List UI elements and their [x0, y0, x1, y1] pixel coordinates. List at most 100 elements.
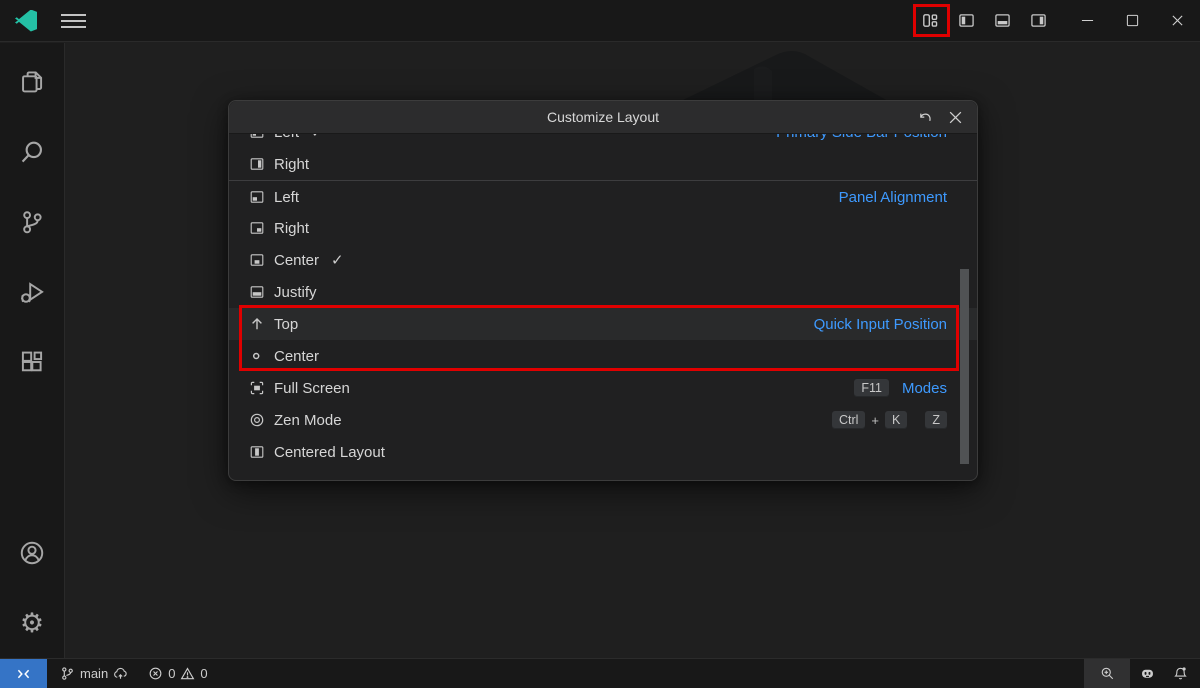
explorer-files-icon: [19, 69, 45, 95]
panel-right-icon: [249, 220, 265, 236]
extensions-icon: [19, 349, 45, 375]
dialog-list: Left ✓ Primary Side Bar Position Right Left P…: [229, 134, 977, 481]
layout-option-zen-mode[interactable]: Zen Mode Ctrl + KZ: [229, 404, 977, 436]
arrow-up-icon: [249, 316, 265, 332]
accounts-button[interactable]: [19, 540, 45, 566]
check-icon: ✓: [331, 251, 344, 269]
key-badge: F11: [854, 379, 889, 397]
customize-layout-button[interactable]: [912, 3, 948, 39]
remote-indicator[interactable]: [0, 659, 47, 688]
branch-name: main: [80, 666, 108, 681]
panel-left-icon: [249, 189, 265, 205]
zoom-indicator[interactable]: [1084, 659, 1130, 688]
minimize-button[interactable]: [1065, 0, 1110, 42]
reset-icon: [918, 110, 933, 125]
vscode-watermark-icon: [626, 45, 956, 101]
settings-button[interactable]: ⚙: [19, 610, 45, 636]
accounts-icon: [19, 540, 45, 566]
option-label: Centered Layout: [274, 444, 385, 461]
bell-dot-icon: [1173, 666, 1188, 681]
dialog-close-button[interactable]: [943, 106, 967, 130]
source-control-icon: [19, 209, 45, 235]
key-badge: K: [885, 411, 907, 429]
centered-layout-icon: [249, 444, 265, 460]
target-icon: [249, 412, 265, 428]
dialog-scrollbar[interactable]: [960, 269, 969, 464]
customize-layout-dialog: Customize Layout Left ✓ Primary Side Bar P…: [228, 100, 978, 481]
search-icon: [19, 139, 45, 165]
layout-option-full-screen[interactable]: Full ScreenF11Modes: [229, 372, 977, 404]
sidebar-item-search[interactable]: [19, 139, 45, 165]
layout-option-top[interactable]: Top Quick Input Position: [229, 308, 977, 340]
section-label: Panel Alignment: [839, 189, 947, 206]
zoom-in-icon: [1100, 666, 1115, 681]
panel-icon: [994, 12, 1011, 29]
error-icon: [148, 666, 163, 681]
error-count: 0: [168, 666, 175, 681]
layout-option-center[interactable]: Center: [229, 340, 977, 372]
layout-option-right[interactable]: Right: [229, 148, 977, 180]
option-label: Left: [274, 134, 299, 141]
option-label: Top: [274, 316, 298, 333]
settings-gear-icon: ⚙: [20, 610, 44, 636]
option-label: Full Screen: [274, 380, 350, 397]
toggle-secondary-side-bar-button[interactable]: [1020, 3, 1056, 39]
run-debug-icon: [19, 279, 45, 305]
option-label: Justify: [274, 284, 317, 301]
notifications-bell[interactable]: [1165, 659, 1200, 688]
layout-option-right[interactable]: Right: [229, 212, 977, 244]
sidebar-left-icon: [249, 134, 265, 140]
option-label: Right: [274, 220, 309, 237]
panel-center-icon: [249, 252, 265, 268]
option-label: Zen Mode: [274, 412, 342, 429]
maximize-button[interactable]: [1110, 0, 1155, 42]
warning-icon: [180, 666, 195, 681]
reset-layout-button[interactable]: [913, 106, 937, 130]
copilot-icon: [1140, 666, 1155, 681]
warning-count: 0: [200, 666, 207, 681]
dialog-title: Customize Layout: [547, 109, 659, 125]
cloud-upload-icon: [113, 666, 128, 681]
panel-justify-icon: [249, 284, 265, 300]
problems-item[interactable]: 0 0: [140, 659, 215, 688]
key-badge: Ctrl: [832, 411, 865, 429]
layout-option-left[interactable]: Left Panel Alignment: [229, 180, 977, 212]
branch-item[interactable]: main: [52, 659, 136, 688]
sidebar-item-extensions[interactable]: [19, 349, 45, 375]
layout-option-centered-layout[interactable]: Centered Layout: [229, 436, 977, 468]
copilot-item[interactable]: [1130, 659, 1165, 688]
layout-option-justify[interactable]: Justify: [229, 276, 977, 308]
dialog-header: Customize Layout: [229, 101, 977, 134]
check-icon: ✓: [311, 134, 324, 141]
minimize-icon: [1081, 14, 1094, 27]
screen-full-icon: [249, 380, 265, 396]
sidebar-left-icon: [958, 12, 975, 29]
section-label: Primary Side Bar Position: [776, 134, 947, 141]
customize-layout-icon: [922, 12, 939, 29]
layout-option-center[interactable]: Center ✓: [229, 244, 977, 276]
close-icon: [948, 110, 963, 125]
close-button[interactable]: [1155, 0, 1200, 42]
keybinding: F11: [854, 379, 889, 397]
menu-icon[interactable]: [61, 8, 91, 34]
vscode-window: ⚙ Customize Layout Left ✓ Primary Side Bar…: [0, 0, 1200, 688]
option-label: Left: [274, 189, 299, 206]
sidebar-item-source-control[interactable]: [19, 209, 45, 235]
option-label: Center: [274, 348, 319, 365]
maximize-icon: [1126, 14, 1139, 27]
circle-small-icon: [249, 348, 265, 364]
toggle-primary-side-bar-button[interactable]: [948, 3, 984, 39]
close-icon: [1171, 14, 1184, 27]
sidebar-item-explorer[interactable]: [19, 69, 45, 95]
sidebar-item-run-debug[interactable]: [19, 279, 45, 305]
key-plus: +: [871, 413, 879, 428]
section-label: Quick Input Position: [814, 316, 947, 333]
sidebar-right-icon: [249, 156, 265, 172]
git-branch-icon: [60, 666, 75, 681]
layout-option-left[interactable]: Left ✓ Primary Side Bar Position: [229, 134, 977, 148]
key-badge: Z: [925, 411, 947, 429]
option-label: Center: [274, 252, 319, 269]
remote-icon: [16, 666, 31, 681]
sidebar-right-icon: [1030, 12, 1047, 29]
toggle-panel-button[interactable]: [984, 3, 1020, 39]
